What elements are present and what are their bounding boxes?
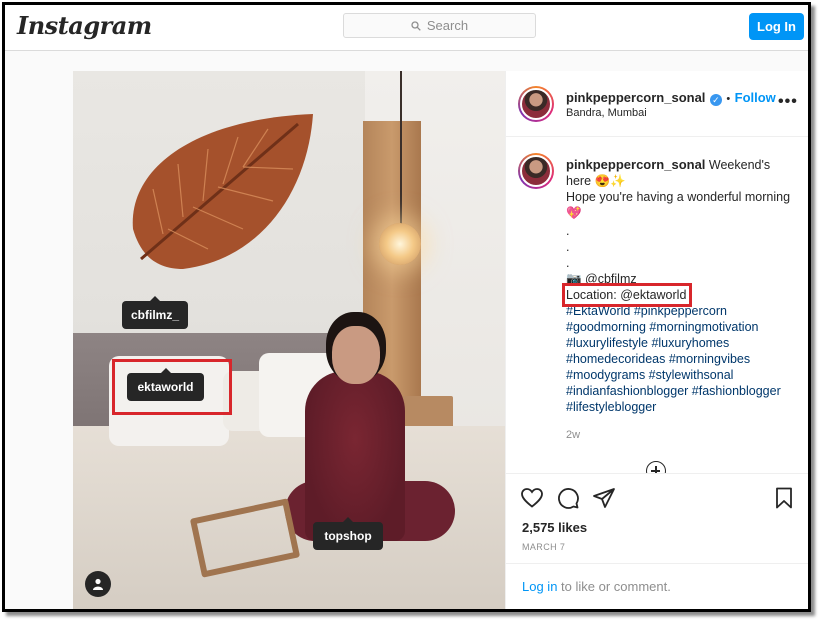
caption-location-wrapper: Location: @ektaworld (562, 283, 693, 307)
post-actions: 2,575 likes MARCH 7 (506, 473, 808, 563)
search-placeholder: Search (426, 18, 469, 33)
photo-tag-ektaworld[interactable]: ektaworld (127, 368, 204, 401)
caption-dot: . (566, 224, 570, 238)
caption-line2: Hope you're having a wonderful morning 💖 (566, 190, 791, 220)
post-date: MARCH 7 (522, 542, 566, 552)
caption-hashtags[interactable]: #EktaWorld #pinkpeppercorn #goodmorning … (566, 303, 798, 415)
photo-tag-topshop[interactable]: topshop (313, 517, 383, 550)
user-icon (93, 578, 103, 590)
photo-lamp-cord (400, 71, 402, 231)
search-input[interactable]: Search (343, 13, 536, 38)
caption-dot: . (566, 240, 570, 254)
post-header-info: pinkpeppercorn_sonal ✓ • Follow Bandra, … (566, 89, 776, 119)
post-details-panel: pinkpeppercorn_sonal ✓ • Follow Bandra, … (505, 71, 808, 609)
comment-bubble-icon[interactable] (556, 486, 580, 510)
verified-badge-icon: ✓ (709, 94, 722, 106)
author-username[interactable]: pinkpeppercorn_sonal (566, 90, 705, 105)
caption-dot: . (566, 256, 570, 270)
caption-author-avatar[interactable] (518, 153, 554, 189)
caption-username[interactable]: pinkpeppercorn_sonal (566, 157, 705, 172)
post-header: pinkpeppercorn_sonal ✓ • Follow Bandra, … (506, 71, 808, 137)
photo-person-head (332, 326, 380, 384)
author-avatar[interactable] (518, 86, 554, 122)
like-heart-icon[interactable] (520, 486, 544, 510)
screenshot-frame: Instagram Search Log In cbfilmz_ ektawor… (2, 2, 811, 612)
post-location[interactable]: Bandra, Mumbai (566, 107, 776, 119)
photo-tag-cbfilmz[interactable]: cbfilmz_ (122, 296, 188, 329)
share-send-icon[interactable] (592, 486, 616, 510)
avatar-image (520, 88, 552, 120)
avatar-image (520, 155, 552, 187)
comment-login-bar: Log in to like or comment. (506, 563, 808, 609)
save-bookmark-icon[interactable] (772, 486, 796, 510)
likes-count[interactable]: 2,575 likes (522, 520, 587, 535)
instagram-logo[interactable]: Instagram (17, 11, 152, 40)
photo-person-body (305, 371, 405, 541)
login-link[interactable]: Log in (522, 579, 557, 594)
photo-lamp (379, 223, 421, 265)
location-highlight-box (562, 283, 693, 307)
more-options-icon[interactable]: ••• (778, 93, 798, 111)
search-icon (411, 20, 421, 31)
separator-dot: • (726, 93, 731, 105)
post-photo[interactable]: cbfilmz_ ektaworld topshop (73, 71, 505, 609)
post-caption: pinkpeppercorn_sonal Weekend's here 😍✨ H… (562, 157, 798, 443)
photo-leaf-wall-art (132, 114, 313, 269)
comment-prompt-text: to like or comment. (557, 579, 671, 594)
tagged-users-button[interactable] (85, 571, 111, 597)
login-button[interactable]: Log In (749, 13, 804, 40)
follow-button[interactable]: Follow (735, 90, 776, 105)
caption-time-ago: 2w (566, 429, 581, 441)
top-navigation-bar: Instagram Search Log In (5, 5, 808, 51)
caption-dots: . . . (566, 223, 798, 271)
